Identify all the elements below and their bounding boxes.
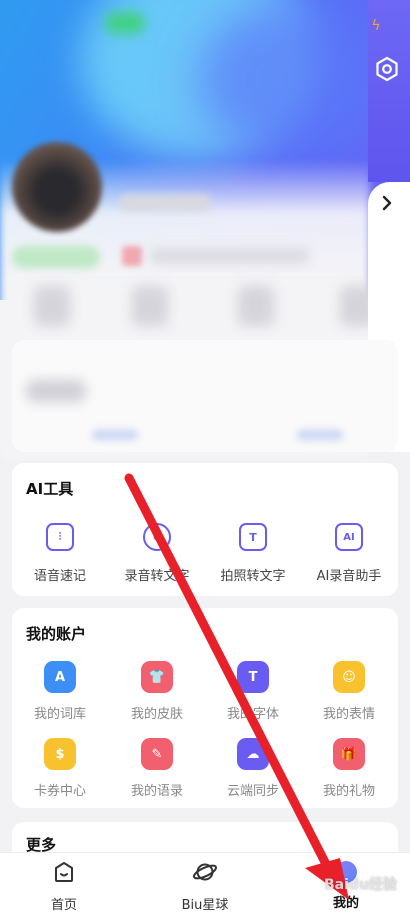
level-badge-blurred [122,246,142,266]
nav-planet[interactable]: Biu星球 [155,859,255,913]
settings-icon[interactable] [374,56,400,82]
user-info-blurred [150,248,310,264]
account-item-gift[interactable]: 🎁 我的礼物 [301,738,397,799]
account-item-quotes[interactable]: ✎ 我的语录 [109,738,205,799]
avatar[interactable] [12,142,102,232]
stat-item-blurred[interactable] [238,286,274,326]
recording-to-text-icon: ↻ [143,523,171,551]
gift-icon: 🎁 [333,738,365,770]
tool-photo-to-text[interactable]: T 拍照转文字 [205,523,301,584]
ai-assistant-icon: AI [335,523,363,551]
skin-icon: 👕 [141,661,173,693]
nav-home[interactable]: 首页 [14,859,114,913]
home-icon [55,862,73,882]
account-item-emoji[interactable]: ☺ 我的表情 [301,661,397,722]
tool-voice-memo[interactable]: ⫶ 语音速记 [12,523,108,584]
membership-card-blurred[interactable] [12,340,398,452]
cloud-sync-icon: ☁ [237,738,269,770]
account-item-font[interactable]: T 我的字体 [205,661,301,722]
section-title: AI工具 [26,480,74,498]
header-right-strip: ϟ [368,0,410,182]
tool-recording-to-text[interactable]: ↻ 录音转文字 [109,523,205,584]
username-blurred [120,195,210,211]
voice-memo-icon: ⫶ [46,523,74,551]
lexicon-icon: A [44,661,76,693]
coupon-icon: $ [44,738,76,770]
section-title: 我的账户 [26,625,87,643]
tool-ai-assistant[interactable]: AI AI录音助手 [301,523,397,584]
stat-item-blurred[interactable] [34,286,70,326]
account-item-coupon[interactable]: $ 卡券中心 [12,738,108,799]
quotes-icon: ✎ [141,738,173,770]
emoji-icon: ☺ [333,661,365,693]
lightning-icon: ϟ [371,18,381,34]
ai-tools-card: AI工具 ⫶ 语音速记 ↻ 录音转文字 T 拍照转文字 AI AI录音助手 [12,463,398,596]
account-card: 我的账户 A 我的词库 👕 我的皮肤 T 我的字体 ☺ 我的表情 $ 卡券中心 … [12,608,398,808]
font-icon: T [237,661,269,693]
planet-icon [192,863,218,881]
member-badge-blurred[interactable] [12,246,100,268]
photo-to-text-icon: T [239,523,267,551]
account-item-cloud-sync[interactable]: ☁ 云端同步 [205,738,301,799]
account-item-skin[interactable]: 👕 我的皮肤 [109,661,205,722]
stat-item-blurred[interactable] [132,286,168,326]
account-item-lexicon[interactable]: A 我的词库 [12,661,108,722]
watermark: Baidu经验 [324,877,397,893]
chevron-right-icon[interactable] [380,194,394,212]
